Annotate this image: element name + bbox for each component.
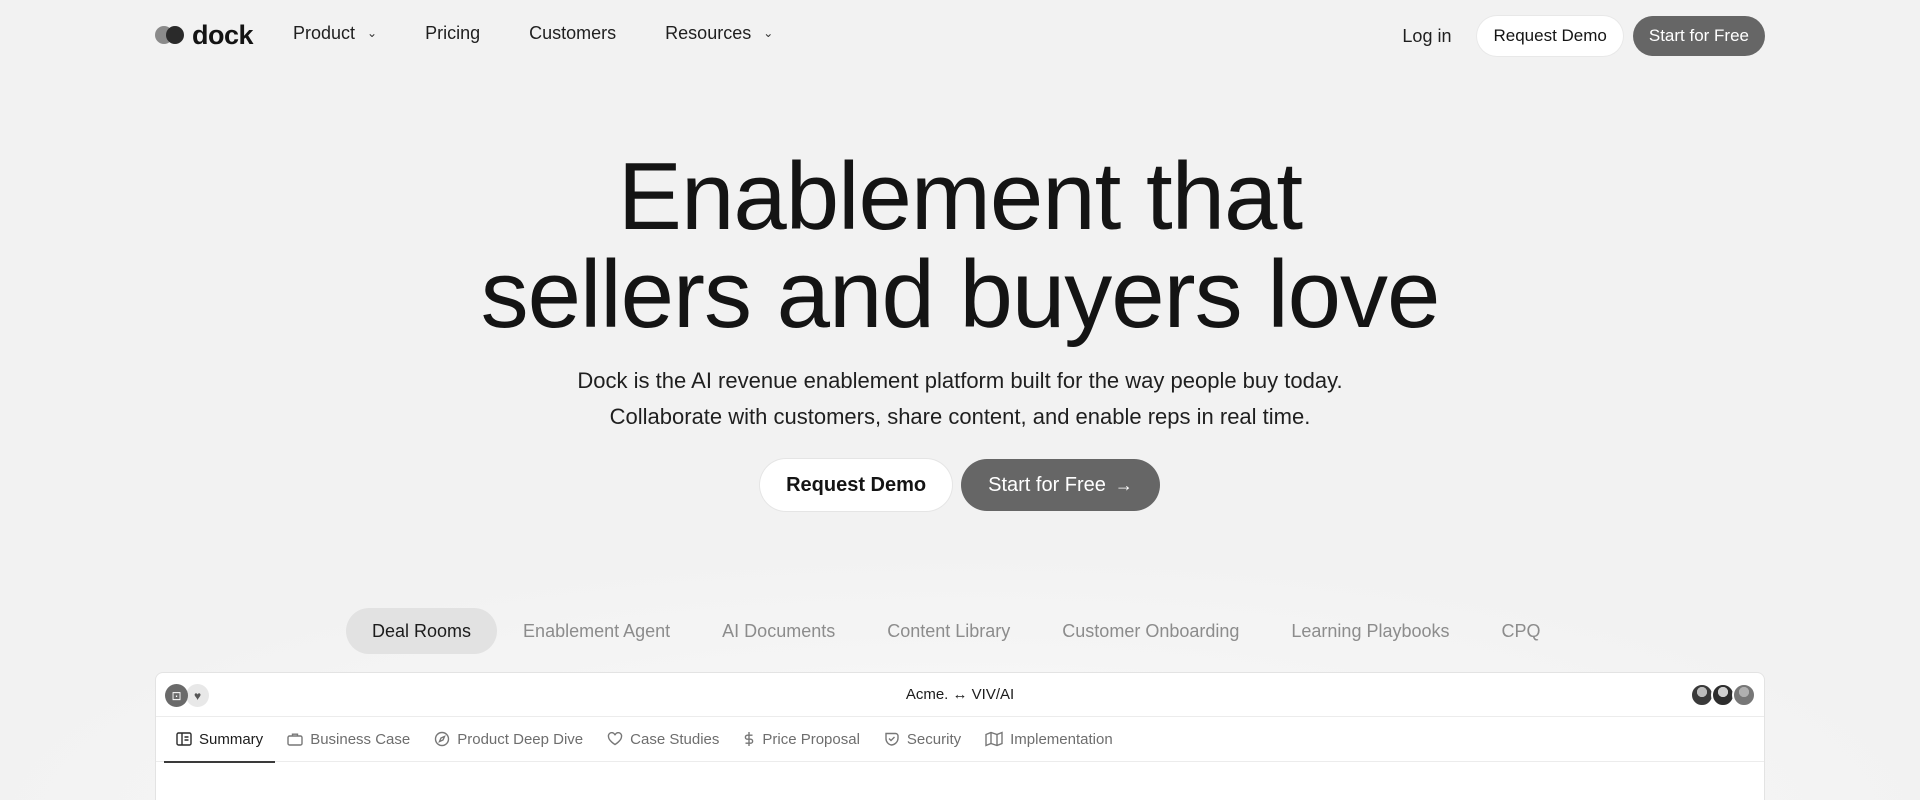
tab-implementation-label: Implementation bbox=[1010, 730, 1113, 748]
nav-pricing-label: Pricing bbox=[425, 23, 481, 43]
tab-enablement-agent[interactable]: Enablement Agent bbox=[497, 608, 696, 654]
acme-logo-icon: ⊡ bbox=[165, 684, 188, 707]
tab-case-studies-label: Case Studies bbox=[630, 730, 720, 748]
hero-start-free-label: Start for Free bbox=[988, 473, 1106, 496]
tab-security[interactable]: Security bbox=[872, 717, 973, 762]
briefcase-icon bbox=[287, 732, 303, 746]
nav-links: Product ⌄ Pricing Customers Resources ⌄ bbox=[293, 23, 773, 44]
tab-deal-rooms[interactable]: Deal Rooms bbox=[346, 608, 498, 654]
tab-learning-playbooks[interactable]: Learning Playbooks bbox=[1265, 608, 1475, 654]
tab-security-label: Security bbox=[906, 730, 962, 748]
sidebar-layout-icon bbox=[176, 732, 192, 746]
deal-room-tabs: Summary Business Case Product Deep Dive … bbox=[156, 717, 1764, 763]
tab-case-studies[interactable]: Case Studies bbox=[595, 717, 731, 762]
nav-product[interactable]: Product ⌄ bbox=[293, 23, 377, 44]
map-icon bbox=[985, 731, 1003, 747]
hero-title-line-1: Enablement that bbox=[617, 143, 1303, 250]
tab-summary-label: Summary bbox=[199, 730, 264, 748]
nav-start-free-button[interactable]: Start for Free bbox=[1632, 16, 1765, 56]
hero-start-free-button[interactable]: Start for Free → bbox=[961, 459, 1160, 511]
nav-customers-label: Customers bbox=[529, 23, 617, 43]
tab-summary[interactable]: Summary bbox=[164, 717, 276, 763]
tab-cpq[interactable]: CPQ bbox=[1476, 608, 1567, 654]
nav-pricing[interactable]: Pricing bbox=[425, 23, 480, 44]
login-link[interactable]: Log in bbox=[1402, 26, 1451, 47]
logo-mark-icon bbox=[155, 24, 187, 46]
chevron-down-icon: ⌄ bbox=[763, 25, 774, 40]
compass-icon bbox=[434, 731, 450, 747]
chevron-down-icon: ⌄ bbox=[367, 25, 378, 40]
tab-product-deep-dive[interactable]: Product Deep Dive bbox=[422, 717, 595, 762]
dollar-icon bbox=[743, 731, 755, 747]
tab-implementation[interactable]: Implementation bbox=[973, 717, 1125, 762]
hero-request-demo-label: Request Demo bbox=[786, 473, 927, 496]
tab-price-proposal[interactable]: Price Proposal bbox=[731, 717, 872, 762]
avatar[interactable] bbox=[1732, 683, 1756, 707]
hero-title: Enablement that sellers and buyers love bbox=[0, 148, 1920, 344]
nav-request-demo-button[interactable]: Request Demo bbox=[1477, 16, 1623, 56]
hero-subtitle-line-2: Collaborate with customers, share conten… bbox=[609, 404, 1311, 429]
tab-price-proposal-label: Price Proposal bbox=[762, 730, 860, 748]
arrow-right-icon: → bbox=[1114, 474, 1133, 495]
nav-customers[interactable]: Customers bbox=[529, 23, 616, 44]
dock-logo[interactable]: dock bbox=[155, 19, 254, 50]
tab-ai-documents[interactable]: AI Documents bbox=[696, 608, 861, 654]
deal-room-preview: ⊡ ♥ Acme. ↔ VIV/AI Summary Business Case bbox=[155, 672, 1765, 800]
heart-icon bbox=[607, 732, 623, 746]
tab-customer-onboarding[interactable]: Customer Onboarding bbox=[1036, 608, 1265, 654]
nav-resources[interactable]: Resources ⌄ bbox=[665, 23, 773, 44]
top-nav: dock Product ⌄ Pricing Customers Resourc… bbox=[0, 0, 1920, 72]
tab-product-deep-dive-label: Product Deep Dive bbox=[457, 730, 584, 748]
logo-wordmark: dock bbox=[192, 19, 254, 50]
deal-room-title: Acme. ↔ VIV/AI bbox=[905, 686, 1015, 703]
shield-check-icon bbox=[884, 731, 900, 747]
nav-product-label: Product bbox=[293, 23, 356, 43]
hero-subtitle-line-1: Dock is the AI revenue enablement platfo… bbox=[577, 368, 1343, 393]
participant-avatars bbox=[1690, 683, 1756, 707]
tab-content-library[interactable]: Content Library bbox=[861, 608, 1036, 654]
hero-subtitle: Dock is the AI revenue enablement platfo… bbox=[0, 363, 1920, 435]
nav-resources-label: Resources bbox=[665, 23, 752, 43]
hero-cta-group: Request Demo Start for Free → bbox=[0, 459, 1920, 511]
nav-actions: Log in Request Demo Start for Free bbox=[1402, 16, 1765, 56]
tab-business-case-label: Business Case bbox=[310, 730, 411, 748]
feature-tabs: Deal Rooms Enablement Agent AI Documents… bbox=[346, 608, 1567, 654]
tab-business-case[interactable]: Business Case bbox=[275, 717, 422, 762]
hero-request-demo-button[interactable]: Request Demo bbox=[760, 459, 953, 511]
preview-header: ⊡ ♥ Acme. ↔ VIV/AI bbox=[156, 673, 1764, 717]
hero-title-line-2: sellers and buyers love bbox=[480, 241, 1441, 348]
